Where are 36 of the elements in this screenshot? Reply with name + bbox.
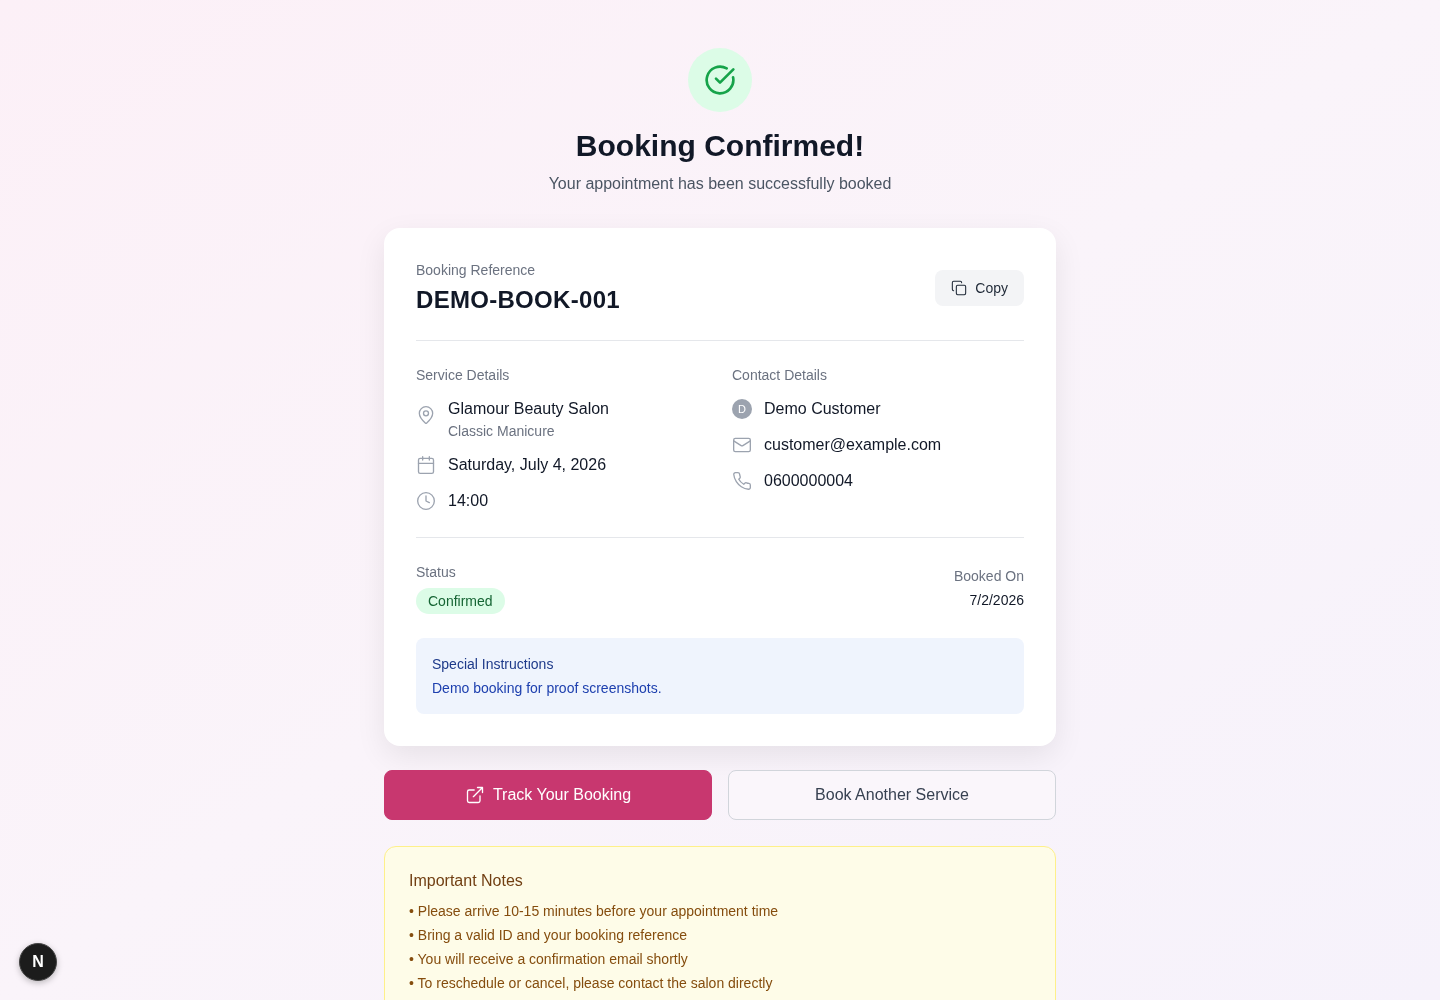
notes-title: Important Notes: [409, 871, 524, 891]
note-item: • You will receive a confirmation email shortly: [409, 950, 689, 969]
instructions-text: Demo booking for proof screenshots.: [432, 679, 663, 698]
page-subtitle: Your appointment has been successfully booked: [548, 174, 892, 194]
appointment-time: 14:00: [448, 491, 489, 511]
section-heading: Service Details: [416, 366, 511, 385]
appointment-date: Saturday, July 4, 2026: [448, 455, 607, 475]
instructions-title: Special Instructions: [432, 655, 555, 674]
note-item: • Bring a valid ID and your booking reference: [409, 926, 689, 945]
customer-name: Demo Customer: [764, 399, 881, 419]
copy-button[interactable]: Copy: [935, 270, 1024, 306]
reference-number: DEMO-BOOK-001: [416, 285, 620, 315]
customer-phone: 0600000004: [764, 471, 853, 491]
track-booking-button[interactable]: Track Your Booking: [384, 770, 712, 820]
mail-icon: [732, 435, 752, 455]
avatar: D: [732, 399, 752, 419]
external-link-icon: [464, 785, 485, 805]
dev-tools-button[interactable]: N: [19, 943, 57, 981]
calendar-icon: [416, 455, 436, 475]
clock-icon: [416, 491, 436, 511]
phone-icon: [732, 471, 752, 491]
reference-label: Booking Reference: [416, 261, 537, 280]
copy-icon: [951, 280, 968, 296]
salon-name: Glamour Beauty Salon: [448, 399, 609, 419]
book-another-button[interactable]: Book Another Service: [728, 770, 1056, 820]
page-title: Booking Confirmed!: [575, 128, 865, 164]
status-label: Status: [416, 563, 456, 582]
customer-email: customer@example.com: [764, 435, 942, 455]
service-name: Classic Manicure: [448, 422, 556, 441]
booked-on-date: 7/2/2026: [969, 591, 1024, 610]
section-heading: Contact Details: [732, 366, 828, 385]
note-item: • Please arrive 10-15 minutes before your appointment time: [409, 902, 780, 921]
booked-on-label: Booked On: [953, 567, 1024, 586]
location-pin-icon: [416, 405, 436, 425]
status-badge: Confirmed: [416, 588, 505, 614]
note-item: • To reschedule or cancel, please contact the salon directly: [409, 974, 774, 993]
